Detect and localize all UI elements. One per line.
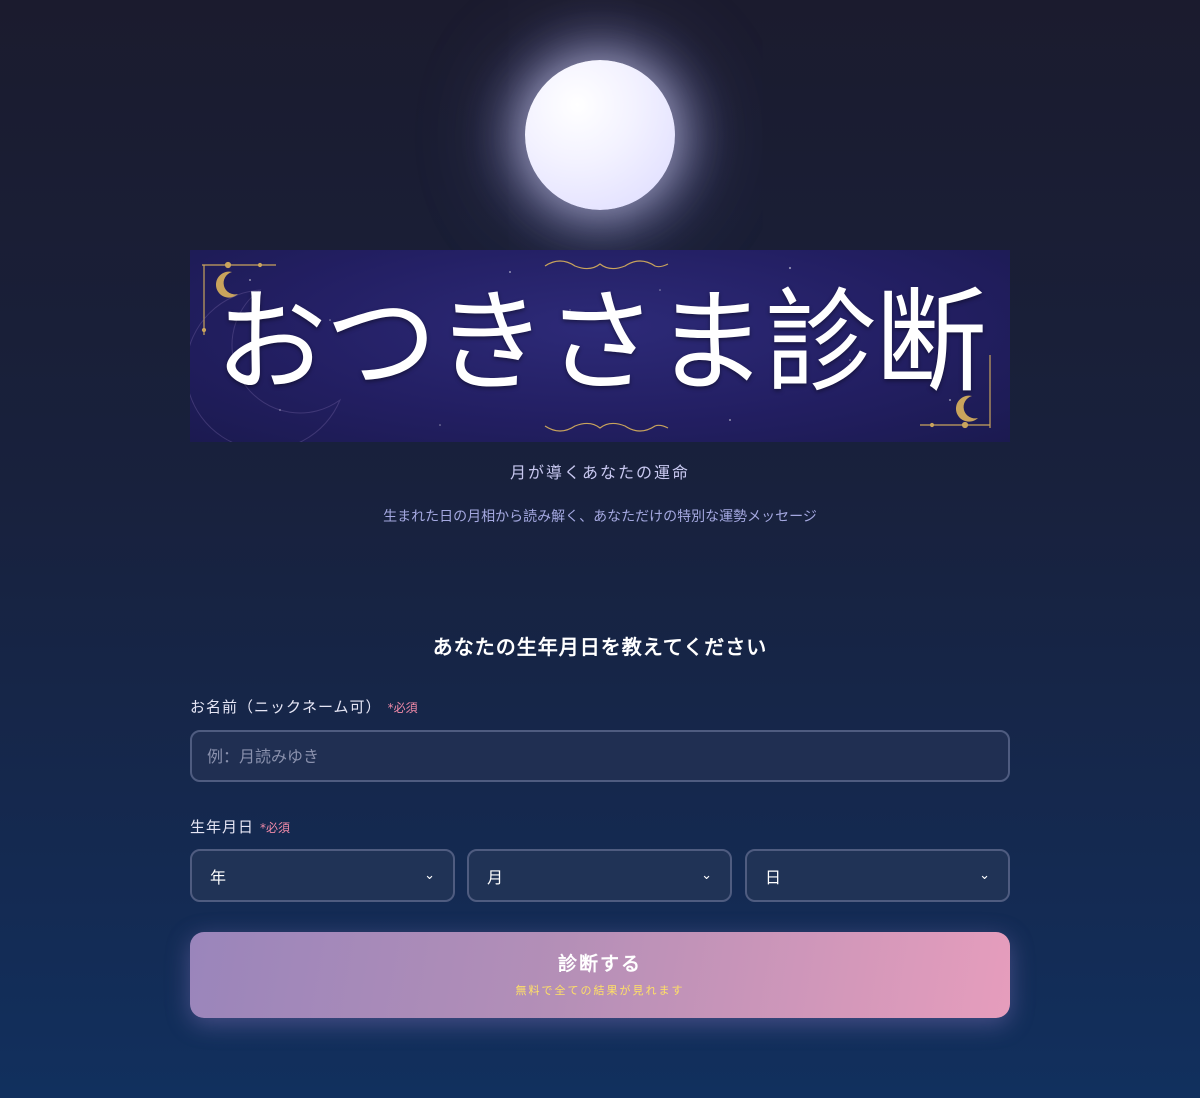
banner-title: おつきさま診断 [215, 278, 987, 408]
month-select-value: 月 [487, 867, 504, 887]
year-select[interactable]: 年 ⌄ [190, 849, 455, 902]
form-title: あなたの生年月日を教えてください [432, 635, 768, 659]
dob-label: 生年月日 *必須 [190, 816, 290, 837]
day-select-value: 日 [765, 867, 782, 887]
required-mark: *必須 [260, 821, 291, 835]
name-label-text: お名前（ニックネーム可） [190, 698, 382, 716]
submit-button-label: 診断する [557, 953, 642, 975]
chevron-down-icon: ⌄ [424, 868, 435, 883]
required-mark: *必須 [387, 701, 418, 715]
chevron-down-icon: ⌄ [979, 868, 990, 883]
title-banner: おつきさま診断 [190, 250, 1010, 442]
day-select[interactable]: 日 ⌄ [745, 849, 1010, 902]
subtext: 生まれた日の月相から読み解く、あなただけの特別な運勢メッセージ [383, 509, 817, 525]
submit-button[interactable]: 診断する 無料で全ての結果が見れます [190, 932, 1010, 1018]
month-select[interactable]: 月 ⌄ [467, 849, 732, 902]
year-select-value: 年 [210, 867, 227, 887]
tagline: 月が導くあなたの運命 [509, 463, 690, 482]
full-moon-icon [525, 60, 675, 210]
name-label: お名前（ニックネーム可） *必須 [190, 696, 418, 717]
name-input[interactable] [190, 730, 1010, 782]
submit-note: 無料で全ての結果が見れます [515, 984, 685, 997]
dob-label-text: 生年月日 [190, 818, 255, 836]
chevron-down-icon: ⌄ [701, 868, 712, 883]
